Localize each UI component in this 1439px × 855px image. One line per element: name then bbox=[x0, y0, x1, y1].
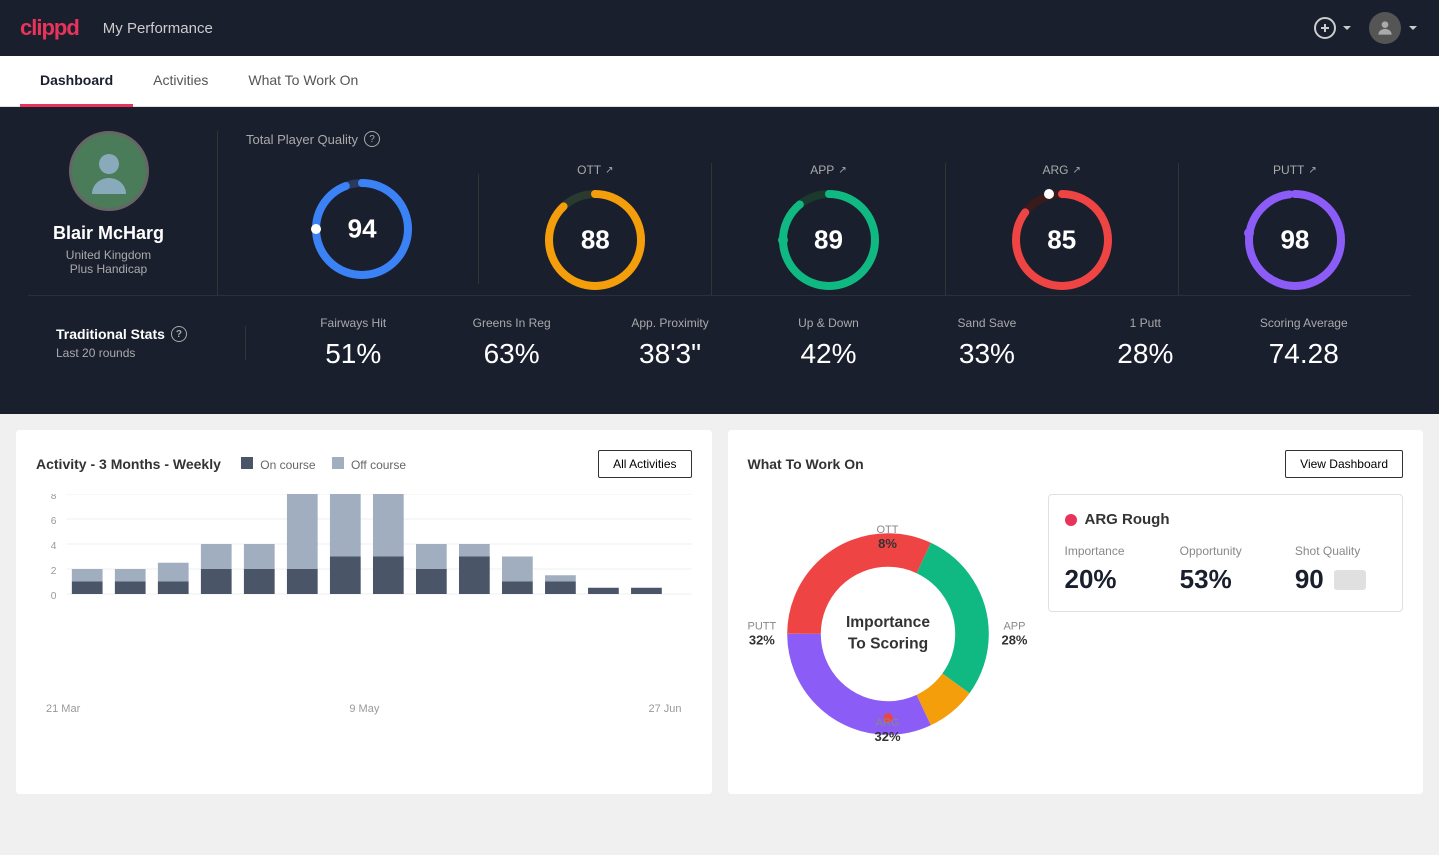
stats-help-icon[interactable]: ? bbox=[171, 326, 187, 342]
scores-grid: 94 OTT ↗ 88 bbox=[246, 163, 1411, 295]
total-quality-value: 94 bbox=[348, 214, 377, 245]
ott-value: 88 bbox=[581, 225, 610, 256]
nav-right bbox=[1313, 12, 1419, 44]
bottom-panels: Activity - 3 Months - Weekly On course O… bbox=[0, 414, 1439, 810]
activity-chart-title: Activity - 3 Months - Weekly bbox=[36, 456, 221, 472]
stat-sand-save: Sand Save 33% bbox=[908, 316, 1066, 370]
svg-text:8: 8 bbox=[51, 494, 57, 502]
stat-app-proximity: App. Proximity 38'3" bbox=[591, 316, 749, 370]
stat-1-putt: 1 Putt 28% bbox=[1066, 316, 1224, 370]
activity-panel-header: Activity - 3 Months - Weekly On course O… bbox=[36, 450, 692, 478]
all-activities-button[interactable]: All Activities bbox=[598, 450, 691, 478]
scores-section: Total Player Quality ? 94 bbox=[218, 131, 1411, 295]
player-country: United Kingdom bbox=[66, 248, 151, 262]
shot-quality-badge bbox=[1334, 570, 1366, 590]
work-on-panel: What To Work On View Dashboard bbox=[728, 430, 1424, 794]
top-nav: clippd My Performance bbox=[0, 0, 1439, 56]
detail-indicator-dot bbox=[1065, 514, 1077, 526]
stat-up-down: Up & Down 42% bbox=[749, 316, 907, 370]
stat-fairways-hit: Fairways Hit 51% bbox=[274, 316, 432, 370]
app-logo: clippd bbox=[20, 15, 79, 41]
svg-text:Importance: Importance bbox=[845, 614, 929, 631]
work-detail-section: ARG Rough Importance 20% Opportunity 53%… bbox=[1048, 494, 1404, 774]
hero-section: Blair McHarg United Kingdom Plus Handica… bbox=[0, 107, 1439, 414]
stats-row: Traditional Stats ? Last 20 rounds Fairw… bbox=[28, 295, 1411, 390]
stat-greens-in-reg: Greens In Reg 63% bbox=[432, 316, 590, 370]
player-info: Blair McHarg United Kingdom Plus Handica… bbox=[28, 131, 218, 295]
view-dashboard-button[interactable]: View Dashboard bbox=[1285, 450, 1403, 478]
opportunity-metric: Opportunity 53% bbox=[1180, 544, 1271, 595]
chart-x-labels: 21 Mar 9 May 27 Jun bbox=[36, 703, 692, 715]
work-detail-title: ARG Rough bbox=[1085, 511, 1170, 528]
bar-chart-svg: 8 6 4 2 0 bbox=[36, 494, 692, 694]
total-quality-score: 94 bbox=[246, 174, 479, 284]
help-icon[interactable]: ? bbox=[364, 131, 380, 147]
arg-gauge: 85 bbox=[1007, 185, 1117, 295]
app-score: APP ↗ 89 bbox=[712, 163, 945, 295]
work-on-panel-header: What To Work On View Dashboard bbox=[748, 450, 1404, 478]
stats-items: Fairways Hit 51% Greens In Reg 63% App. … bbox=[246, 316, 1383, 370]
tab-activities[interactable]: Activities bbox=[133, 56, 228, 107]
player-handicap: Plus Handicap bbox=[70, 262, 147, 276]
work-detail-header: ARG Rough bbox=[1065, 511, 1387, 528]
arg-value: 85 bbox=[1047, 225, 1076, 256]
total-quality-gauge: 94 bbox=[307, 174, 417, 284]
work-on-title: What To Work On bbox=[748, 456, 864, 472]
chevron-down-icon bbox=[1407, 22, 1419, 34]
user-menu[interactable] bbox=[1369, 12, 1419, 44]
app-gauge: 89 bbox=[774, 185, 884, 295]
ott-score: OTT ↗ 88 bbox=[479, 163, 712, 295]
importance-metric: Importance 20% bbox=[1065, 544, 1156, 595]
user-avatar bbox=[1369, 12, 1401, 44]
donut-chart-svg: Importance To Scoring bbox=[768, 514, 1008, 754]
app-value: 89 bbox=[814, 225, 843, 256]
putt-value: 98 bbox=[1280, 225, 1309, 256]
chart-legend: On course Off course bbox=[241, 457, 406, 472]
activity-panel: Activity - 3 Months - Weekly On course O… bbox=[16, 430, 712, 794]
tab-dashboard[interactable]: Dashboard bbox=[20, 56, 133, 107]
off-course-legend-dot bbox=[332, 457, 344, 469]
svg-text:2: 2 bbox=[51, 566, 57, 577]
on-course-legend-dot bbox=[241, 457, 253, 469]
add-button[interactable] bbox=[1313, 16, 1353, 40]
donut-section: Importance To Scoring OTT 8% bbox=[748, 494, 1028, 774]
svg-text:4: 4 bbox=[51, 541, 57, 552]
player-avatar bbox=[69, 131, 149, 211]
svg-text:0: 0 bbox=[51, 591, 57, 602]
work-panel-content: Importance To Scoring OTT 8% bbox=[748, 494, 1404, 774]
player-name: Blair McHarg bbox=[53, 223, 164, 244]
total-quality-header: Total Player Quality ? bbox=[246, 131, 1411, 147]
shot-quality-metric: Shot Quality 90 bbox=[1295, 544, 1386, 595]
work-metrics: Importance 20% Opportunity 53% Shot Qual… bbox=[1065, 544, 1387, 595]
bar-chart-area: 8 6 4 2 0 21 Mar 9 May 27 Jun bbox=[36, 494, 692, 714]
svg-text:To Scoring: To Scoring bbox=[847, 635, 927, 652]
putt-score: PUTT ↗ 98 bbox=[1179, 163, 1411, 295]
work-detail-card: ARG Rough Importance 20% Opportunity 53%… bbox=[1048, 494, 1404, 612]
putt-gauge: 98 bbox=[1240, 185, 1350, 295]
stats-label: Traditional Stats ? Last 20 rounds bbox=[56, 326, 246, 360]
tabs-bar: Dashboard Activities What To Work On bbox=[0, 56, 1439, 107]
nav-title: My Performance bbox=[103, 20, 213, 37]
svg-text:6: 6 bbox=[51, 516, 57, 527]
tab-what-to-work-on[interactable]: What To Work On bbox=[228, 56, 378, 107]
ott-gauge: 88 bbox=[540, 185, 650, 295]
arg-score: ARG ↗ 85 bbox=[946, 163, 1179, 295]
stat-scoring-average: Scoring Average 74.28 bbox=[1225, 316, 1383, 370]
